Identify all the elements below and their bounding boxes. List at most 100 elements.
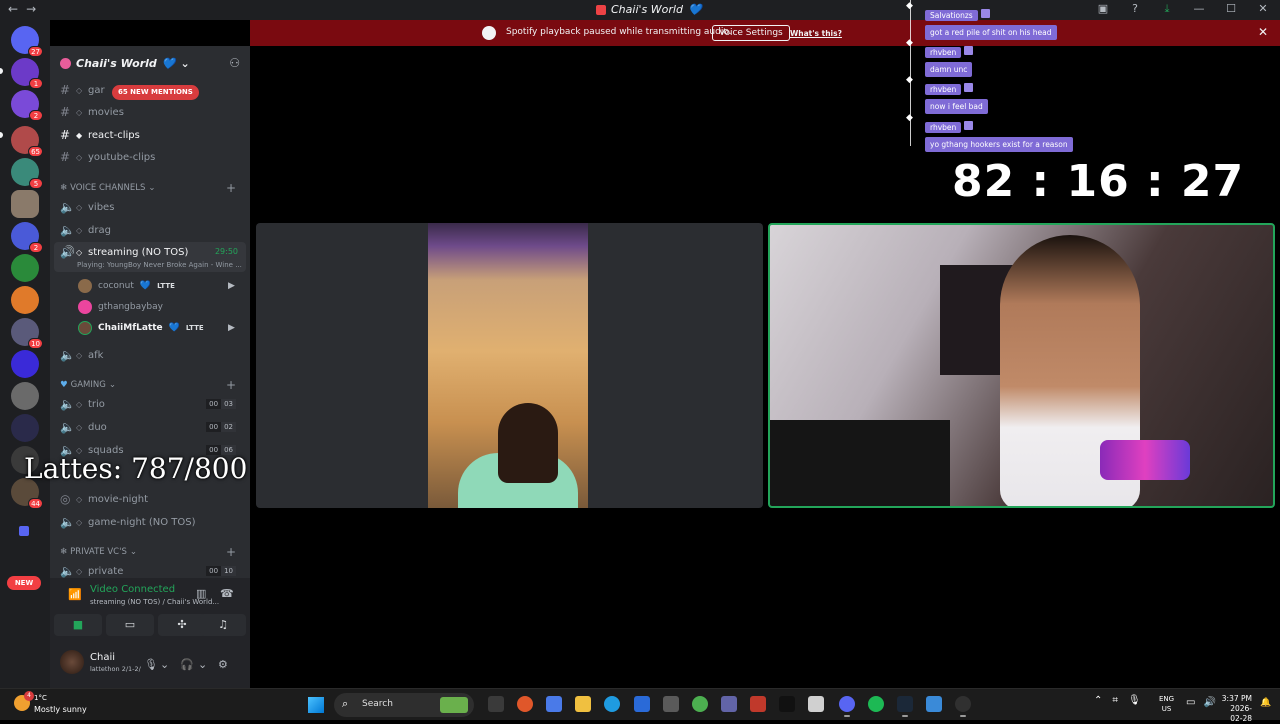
- diamond-icon: ◇: [76, 225, 83, 235]
- activities-button[interactable]: ✣: [158, 614, 206, 636]
- server-4[interactable]: 5: [11, 158, 43, 189]
- mic-icon[interactable]: 🎙: [144, 658, 158, 671]
- server-header[interactable]: Chaii's World 💙 ⌄ ⚇: [50, 46, 250, 80]
- forward-arrow-icon[interactable]: →: [26, 2, 44, 16]
- headphones-icon[interactable]: 🎧: [180, 658, 194, 671]
- app-icon[interactable]: [808, 696, 824, 712]
- discord-icon[interactable]: [839, 696, 855, 717]
- noise-suppression-icon[interactable]: ▥: [196, 587, 206, 600]
- new-mentions-pill[interactable]: 65 NEW MENTIONS: [112, 85, 199, 100]
- channel-youtube-clips[interactable]: # ◇ youtube-clips: [60, 147, 246, 167]
- user-name[interactable]: Chaii: [90, 652, 115, 663]
- network-icon[interactable]: ⌗: [1112, 695, 1118, 706]
- chat-username: rhvben: [925, 122, 962, 133]
- category-voice-channels[interactable]: ❄ VOICE CHANNELS ⌄ +: [60, 181, 246, 195]
- app-icon[interactable]: [517, 696, 533, 712]
- category-gaming[interactable]: ♥ GAMING ⌄ +: [60, 378, 246, 392]
- weather-temperature[interactable]: 1°C: [34, 694, 47, 702]
- channel-movie-night[interactable]: ◎ ◇ movie-night: [60, 489, 246, 509]
- server-badge: 1: [29, 78, 43, 89]
- windows-start-icon[interactable]: [308, 697, 324, 713]
- voice-user-gthangbaybay[interactable]: gthangbaybay: [78, 298, 163, 316]
- app-icon[interactable]: [634, 696, 650, 712]
- file-explorer-icon[interactable]: [575, 696, 591, 712]
- server-11[interactable]: [11, 382, 39, 410]
- language-indicator[interactable]: ENG US: [1159, 694, 1174, 714]
- download-icon[interactable]: ⤓: [1160, 2, 1174, 16]
- notification-bell-icon[interactable]: 🔔: [1260, 698, 1271, 708]
- help-icon[interactable]: ?: [1128, 2, 1142, 16]
- channel-game-night[interactable]: 🔈 ◇ game-night (NO TOS): [60, 512, 246, 532]
- minimize-icon[interactable]: —: [1192, 2, 1206, 16]
- channel-react-clips[interactable]: # ◆ react-clips: [60, 125, 246, 145]
- store-icon[interactable]: [663, 696, 679, 712]
- soundboard-button[interactable]: ♫: [200, 614, 246, 636]
- server-5[interactable]: [11, 190, 39, 218]
- close-banner-icon[interactable]: ✕: [1258, 25, 1268, 39]
- voice-user-coconut[interactable]: coconut 💙 LTTE ▶: [78, 277, 235, 295]
- task-view-icon[interactable]: [488, 696, 504, 712]
- channel-trio[interactable]: 🔈 ◇ trio 00 03: [60, 394, 246, 414]
- video-tile-gthangbaybay[interactable]: [256, 223, 763, 508]
- chat-message: Salvationzs got a red pile of shit on hi…: [925, 3, 1057, 40]
- home-button[interactable]: 27: [11, 26, 43, 57]
- server-6[interactable]: 2: [11, 222, 43, 253]
- disconnect-icon[interactable]: ☎: [220, 587, 234, 600]
- back-arrow-icon[interactable]: ←: [8, 2, 26, 16]
- add-channel-icon[interactable]: +: [226, 545, 236, 559]
- tiktok-icon[interactable]: [779, 696, 795, 712]
- add-channel-icon[interactable]: +: [226, 181, 236, 195]
- server-12[interactable]: [11, 414, 39, 442]
- server-8[interactable]: [11, 286, 39, 314]
- channel-movies[interactable]: # ◇ movies: [60, 102, 246, 122]
- voice-user-chaiimflatte[interactable]: ChaiiMfLatte 💙 LTTE ▶: [78, 319, 235, 337]
- server-1[interactable]: 1: [11, 58, 43, 89]
- whats-this-link[interactable]: What's this?: [790, 29, 842, 38]
- speaker-icon: 🔈: [60, 348, 75, 362]
- user-tag: LTTE: [185, 324, 204, 332]
- edge-icon[interactable]: [604, 696, 620, 712]
- chevron-down-icon[interactable]: ⌄: [198, 658, 207, 671]
- video-tile-chaiimflatte[interactable]: [768, 223, 1275, 508]
- obs-icon[interactable]: [955, 696, 971, 717]
- weather-condition[interactable]: Mostly sunny: [34, 705, 87, 714]
- chevron-up-icon[interactable]: ⌃: [1094, 695, 1102, 706]
- maximize-icon[interactable]: ☐: [1224, 2, 1238, 16]
- channel-duo[interactable]: 🔈 ◇ duo 00 02: [60, 417, 246, 437]
- voice-status[interactable]: Video Connected: [90, 584, 175, 595]
- voice-settings-button[interactable]: Voice Settings: [712, 25, 790, 41]
- steam-icon[interactable]: [897, 696, 913, 717]
- avatar: [78, 300, 92, 314]
- voice-user-name: ChaiiMfLatte: [98, 323, 163, 333]
- channel-afk[interactable]: 🔈 ◇ afk: [60, 345, 246, 365]
- invite-people-icon[interactable]: ⚇: [229, 56, 240, 70]
- share-screen-button[interactable]: ▭: [106, 614, 154, 636]
- chevron-down-icon[interactable]: ⌄: [160, 658, 169, 671]
- spotify-icon[interactable]: [868, 696, 884, 712]
- server-2[interactable]: 2: [11, 90, 43, 121]
- mic-icon[interactable]: 🎙: [1128, 695, 1141, 706]
- teams-icon[interactable]: [721, 696, 737, 712]
- server-3[interactable]: 65: [11, 126, 43, 157]
- taskbar-search[interactable]: ⌕ Search: [334, 693, 474, 717]
- quick-settings[interactable]: ▭ 🔊: [1186, 697, 1216, 708]
- close-window-icon[interactable]: ✕: [1256, 2, 1270, 16]
- channel-streaming[interactable]: 🔊 ◇ streaming (NO TOS) 29:50 Playing: Youn…: [54, 242, 246, 272]
- chrome-icon[interactable]: [692, 696, 708, 712]
- folder-button[interactable]: [11, 518, 39, 546]
- channel-drag[interactable]: 🔈 ◇ drag: [60, 220, 246, 240]
- app-icon[interactable]: [750, 696, 766, 712]
- server-10[interactable]: [11, 350, 39, 378]
- user-avatar[interactable]: [60, 650, 84, 674]
- category-private-vcs[interactable]: ❄ PRIVATE VC'S ⌄ +: [60, 545, 246, 559]
- channel-vibes[interactable]: 🔈 ◇ vibes: [60, 197, 246, 217]
- speaker-icon: 🔈: [60, 564, 75, 578]
- server-7[interactable]: [11, 254, 39, 282]
- notepad-icon[interactable]: [926, 696, 942, 712]
- unread-pill: [0, 68, 3, 74]
- add-channel-icon[interactable]: +: [226, 378, 236, 392]
- copilot-icon[interactable]: [546, 696, 562, 712]
- camera-button[interactable]: ■: [54, 614, 102, 636]
- settings-gear-icon[interactable]: ⚙: [218, 658, 228, 671]
- server-9[interactable]: 10: [11, 318, 43, 349]
